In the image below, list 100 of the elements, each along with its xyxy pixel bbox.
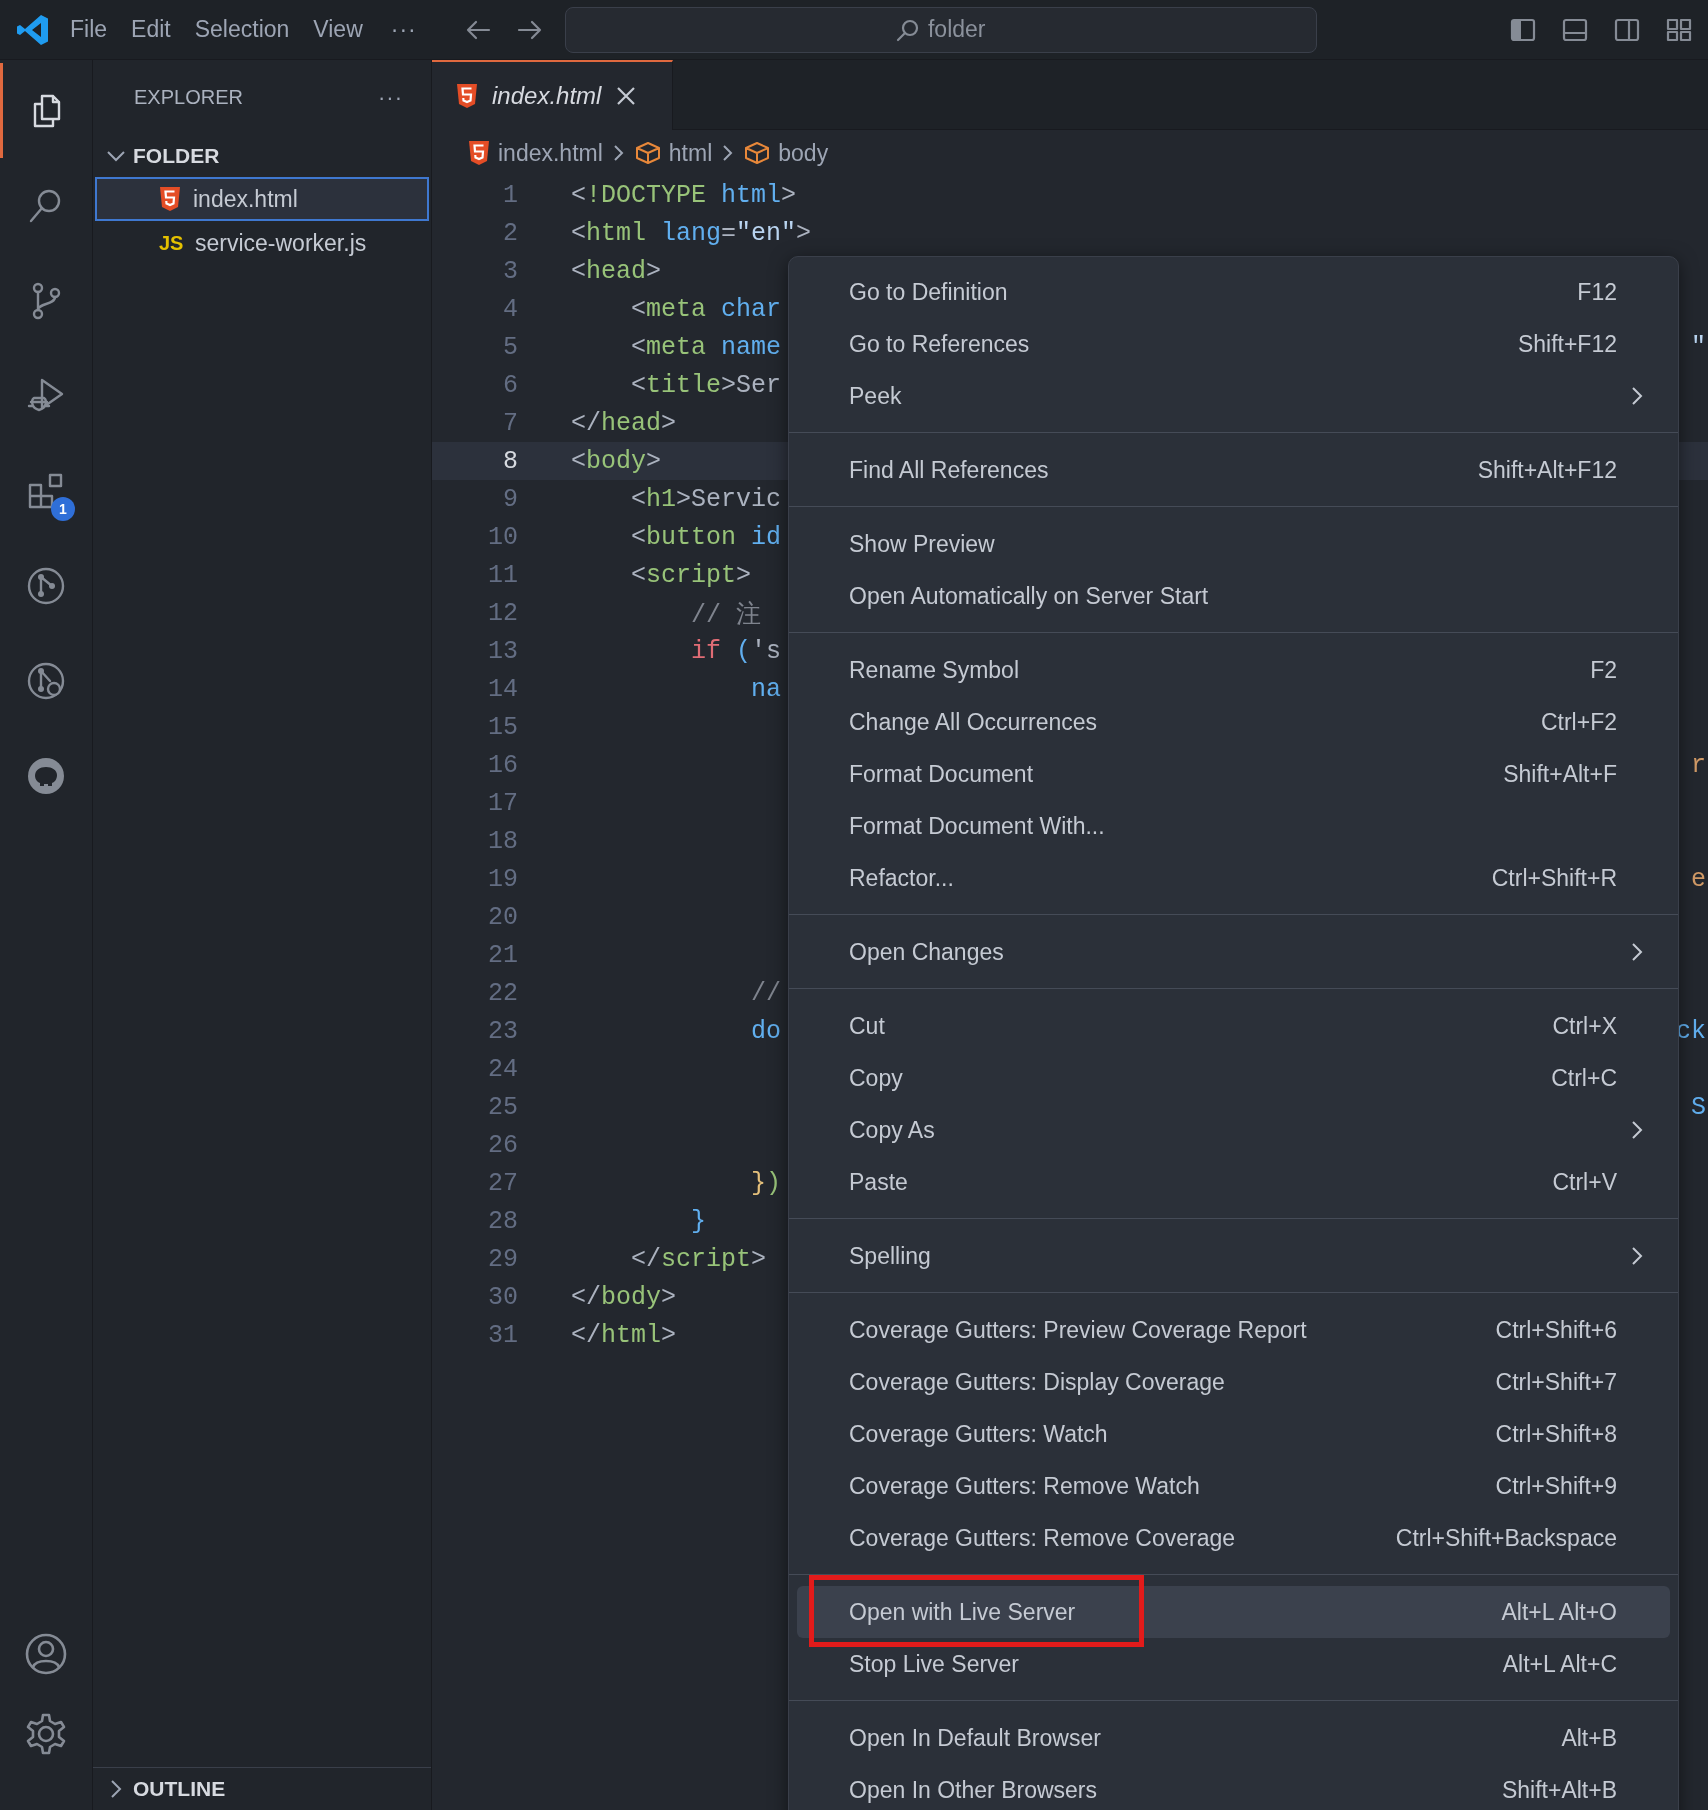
keyboard-shortcut: Ctrl+V	[1552, 1168, 1617, 1196]
menu-item[interactable]: Go to Definition F12	[797, 266, 1670, 318]
menu-item[interactable]: Coverage Gutters: Preview Coverage Report Ctrl+Shift+6	[797, 1304, 1670, 1356]
code-line: <h1>Servic	[630, 484, 782, 514]
line-number: 20	[487, 902, 518, 932]
more-button[interactable]: ···	[380, 12, 427, 47]
menu-item[interactable]: Paste Ctrl+V	[797, 1156, 1670, 1208]
keyboard-shortcut: Ctrl+C	[1551, 1064, 1617, 1092]
menu-item[interactable]: Change All Occurrences Ctrl+F2	[797, 696, 1670, 748]
more-button[interactable]: ···	[372, 83, 409, 112]
menu-item[interactable]: Peek	[797, 370, 1670, 422]
code-line: <title>Ser	[630, 370, 782, 400]
menu-bar-item[interactable]: Edit	[121, 12, 181, 47]
menu-item[interactable]: Format Document Shift+Alt+F	[797, 748, 1670, 800]
line-number: 23	[487, 1016, 518, 1046]
html-file-icon	[468, 141, 490, 165]
line-number: 16	[487, 750, 518, 780]
notification-badge: 1	[51, 497, 75, 521]
menu-item[interactable]: Rename Symbol F2	[797, 644, 1670, 696]
menu-item[interactable]: Coverage Gutters: Display Coverage Ctrl+Shift+7	[797, 1356, 1670, 1408]
toggle-secondary-sidebar-icon[interactable]	[1614, 17, 1640, 42]
code-line: </head>	[571, 408, 677, 438]
keyboard-shortcut: Alt+L Alt+O	[1501, 1598, 1617, 1626]
code-fragment: "	[1691, 332, 1707, 362]
editor-tab[interactable]: index.html	[432, 60, 673, 130]
close-icon[interactable]	[615, 85, 638, 107]
menu-item[interactable]: Copy Ctrl+C	[797, 1052, 1670, 1104]
chevron-right-icon	[722, 144, 735, 162]
back-arrow-icon[interactable]	[464, 18, 491, 41]
keyboard-shortcut: Shift+Alt+B	[1501, 1776, 1617, 1804]
menu-item[interactable]: Cut Ctrl+X	[797, 1000, 1670, 1052]
menu-item[interactable]: Coverage Gutters: Remove Watch Ctrl+Shift+9	[797, 1460, 1670, 1512]
code-line: </html>	[571, 1320, 677, 1350]
code-line: <meta char	[630, 294, 782, 324]
line-number: 10	[487, 522, 518, 552]
code-line: </script>	[630, 1244, 767, 1274]
account-icon[interactable]	[24, 1632, 68, 1676]
code-line: do	[750, 1016, 782, 1046]
code-line: <script>	[630, 560, 752, 590]
line-number: 2	[502, 218, 518, 248]
breadcrumb-item[interactable]: html	[634, 139, 713, 167]
menu-item[interactable]: Show Preview	[797, 518, 1670, 570]
git-history-icon[interactable]	[26, 660, 66, 701]
menu-item[interactable]: Go to References Shift+F12	[797, 318, 1670, 370]
code-line: <head>	[571, 256, 662, 286]
command-center[interactable]: folder	[564, 6, 1317, 53]
code-line: <html lang="en">	[571, 218, 812, 248]
menu-item[interactable]: Open with Live Server Alt+L Alt+O	[797, 1586, 1670, 1638]
menu-item[interactable]: Format Document With...	[797, 800, 1670, 852]
menu-item[interactable]: Spelling	[797, 1230, 1670, 1282]
code-line: // 注	[690, 599, 762, 630]
code-line: na	[750, 674, 782, 704]
keyboard-shortcut: Ctrl+Shift+7	[1495, 1368, 1617, 1396]
line-number: 25	[487, 1092, 518, 1122]
html-file-icon	[159, 187, 181, 211]
menu-item[interactable]: Coverage Gutters: Remove Coverage Ctrl+Shift+Backspace	[797, 1512, 1670, 1564]
keyboard-shortcut: F2	[1590, 656, 1617, 684]
menu-item[interactable]: Coverage Gutters: Watch Ctrl+Shift+8	[797, 1408, 1670, 1460]
toggle-sidebar-icon[interactable]	[1510, 17, 1536, 42]
keyboard-shortcut: Shift+F12	[1517, 330, 1617, 358]
breadcrumb-item[interactable]: index.html	[468, 139, 603, 167]
menu-item[interactable]: Open Automatically on Server Start	[797, 570, 1670, 622]
menu-item[interactable]: Stop Live Server Alt+L Alt+C	[797, 1638, 1670, 1690]
section-header[interactable]: OUTLINE	[93, 1768, 431, 1810]
html-file-icon	[456, 84, 478, 108]
line-number: 17	[487, 788, 518, 818]
customize-layout-icon[interactable]	[1666, 17, 1692, 42]
code-line: //	[750, 978, 782, 1008]
menu-bar-item[interactable]: File	[60, 12, 118, 47]
section-header[interactable]: FOLDER	[93, 135, 431, 177]
line-number: 5	[502, 332, 518, 362]
line-number: 9	[502, 484, 518, 514]
git-graph-icon[interactable]	[26, 565, 66, 606]
line-number: 7	[502, 408, 518, 438]
menu-bar-item[interactable]: View	[303, 12, 373, 47]
line-number: 18	[487, 826, 518, 856]
line-number: 3	[502, 256, 518, 286]
line-number: 15	[487, 712, 518, 742]
line-number: 30	[487, 1282, 518, 1312]
panel-title: EXPLORER	[134, 86, 243, 109]
line-number: 24	[487, 1054, 518, 1084]
forward-arrow-icon[interactable]	[516, 18, 543, 41]
breadcrumb-item[interactable]: body	[744, 139, 829, 167]
menu-item[interactable]: Copy As	[797, 1104, 1670, 1156]
menu-item[interactable]: Open In Other Browsers Shift+Alt+B	[797, 1764, 1670, 1810]
line-number: 14	[487, 674, 518, 704]
code-line: <!DOCTYPE html>	[571, 180, 797, 210]
tree-item[interactable]: index.html	[95, 177, 429, 221]
app-logo-icon	[16, 12, 50, 47]
menu-item[interactable]: Open Changes	[797, 926, 1670, 978]
menu-item[interactable]: Open In Default Browser Alt+B	[797, 1712, 1670, 1764]
line-number: 21	[487, 940, 518, 970]
menu-item[interactable]: Refactor... Ctrl+Shift+R	[797, 852, 1670, 904]
chevron-right-icon	[612, 144, 625, 162]
menu-item[interactable]: Find All References Shift+Alt+F12	[797, 444, 1670, 496]
toggle-panel-icon[interactable]	[1562, 17, 1588, 42]
line-number: 26	[487, 1130, 518, 1160]
menu-bar-item[interactable]: Selection	[184, 12, 300, 47]
settings-icon[interactable]	[24, 1712, 68, 1756]
tree-item[interactable]: JS service-worker.js	[95, 221, 429, 265]
